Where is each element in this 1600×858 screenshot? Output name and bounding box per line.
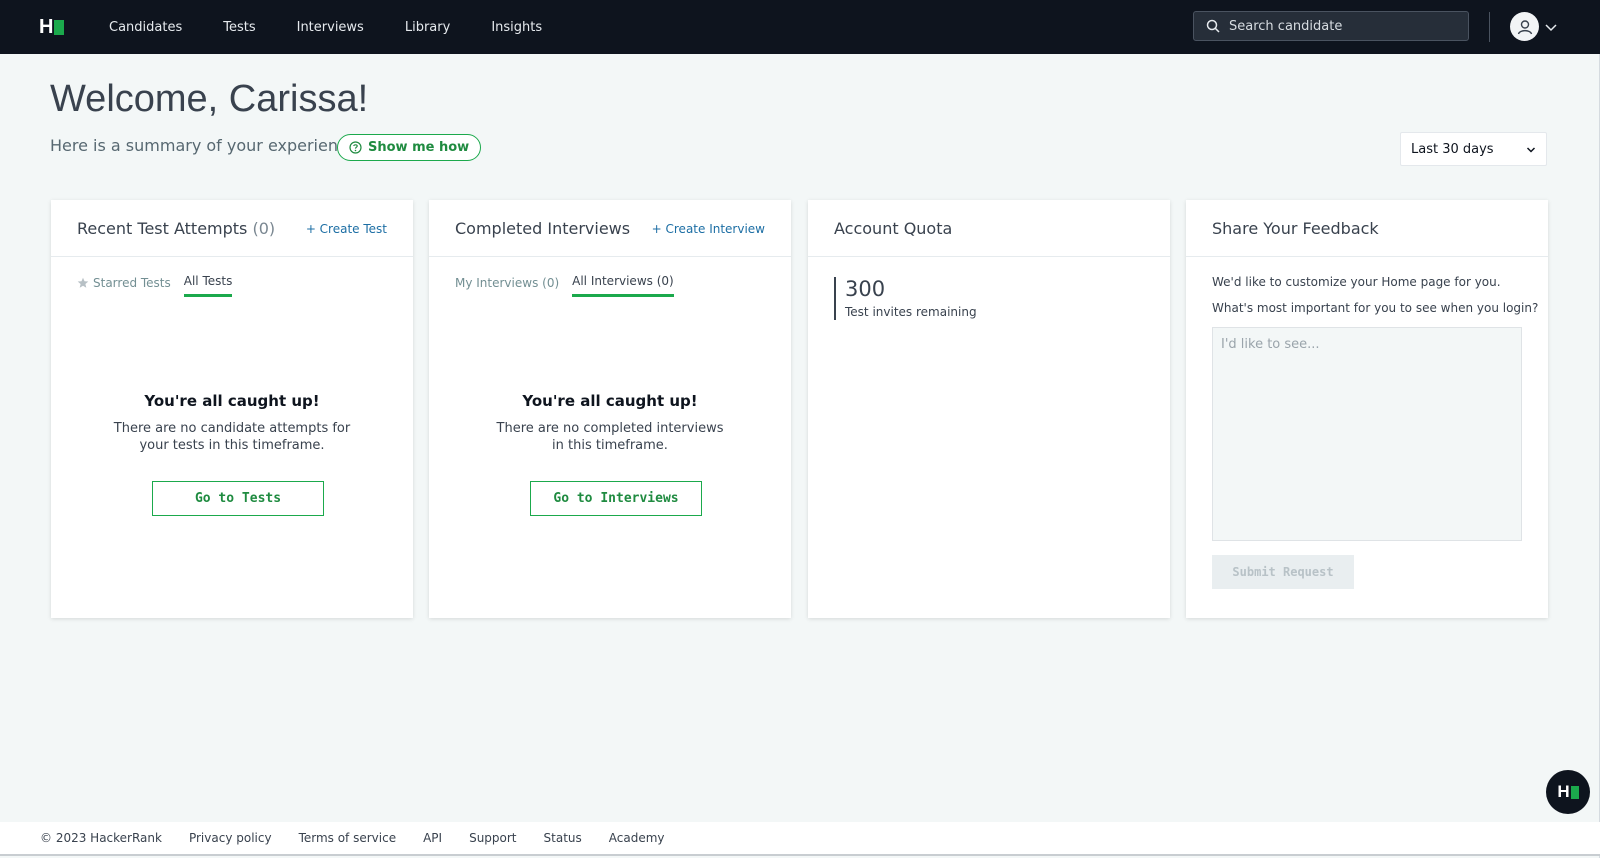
feedback-intro: We'd like to customize your Home page fo…: [1212, 275, 1501, 289]
search-placeholder: Search candidate: [1229, 18, 1343, 34]
date-range-value: Last 30 days: [1411, 141, 1494, 157]
card-title: Share Your Feedback: [1212, 218, 1379, 238]
go-to-interviews-button[interactable]: Go to Interviews: [530, 481, 702, 516]
logo-letter: H: [39, 16, 53, 38]
chat-logo-block: [1570, 785, 1579, 799]
tab-all-tests[interactable]: All Tests: [183, 274, 233, 297]
tab-all-interviews[interactable]: All Interviews (0): [572, 274, 674, 297]
hackerrank-logo[interactable]: H: [39, 16, 65, 38]
chat-launcher-button[interactable]: H: [1546, 770, 1590, 814]
card-header: Account Quota: [808, 200, 1170, 257]
logo-green-block: [54, 19, 65, 35]
page-footer: © 2023 HackerRank Privacy policy Terms o…: [0, 822, 1600, 856]
nav-links: Candidates Tests Interviews Library Insi…: [109, 0, 583, 54]
tab-starred-tests[interactable]: Starred Tests: [77, 274, 171, 297]
test-tabs: Starred Tests All Tests: [77, 274, 245, 297]
card-title: Account Quota: [834, 218, 953, 238]
chevron-down-icon: [1526, 147, 1536, 153]
share-feedback-card: Share Your Feedback We'd like to customi…: [1186, 200, 1548, 618]
feedback-question: What's most important for you to see whe…: [1212, 301, 1539, 315]
account-quota-card: Account Quota 300 Test invites remaining: [808, 200, 1170, 618]
empty-state-title: You're all caught up!: [144, 392, 320, 410]
date-range-select[interactable]: Last 30 days: [1400, 132, 1547, 166]
user-icon: [1517, 19, 1532, 34]
create-interview-link[interactable]: + Create Interview: [652, 222, 765, 236]
search-icon: [1206, 19, 1220, 33]
top-navigation: H Candidates Tests Interviews Library In…: [0, 0, 1600, 54]
go-to-tests-button[interactable]: Go to Tests: [152, 481, 324, 516]
footer-link-api[interactable]: API: [423, 831, 442, 845]
empty-state-text: There are no completed interviews in thi…: [496, 421, 724, 453]
footer-copyright: © 2023 HackerRank: [40, 831, 162, 845]
quota-stat: 300 Test invites remaining: [834, 277, 977, 320]
card-title: Completed Interviews: [455, 218, 631, 238]
tab-my-interviews[interactable]: My Interviews (0): [455, 274, 559, 297]
nav-link-tests[interactable]: Tests: [223, 20, 255, 35]
search-candidate-input[interactable]: Search candidate: [1193, 11, 1469, 41]
completed-interviews-card: Completed Interviews + Create Interview …: [429, 200, 791, 618]
nav-divider: [1489, 12, 1490, 42]
create-test-link[interactable]: + Create Test: [306, 222, 387, 236]
card-title-text: Recent Test Attempts: [77, 218, 248, 238]
feedback-placeholder: I'd like to see...: [1221, 337, 1320, 352]
nav-link-candidates[interactable]: Candidates: [109, 20, 182, 35]
user-avatar[interactable]: [1510, 12, 1539, 41]
star-icon: [77, 277, 89, 288]
footer-link-support[interactable]: Support: [469, 831, 516, 845]
empty-state-title: You're all caught up!: [522, 392, 698, 410]
card-header: Share Your Feedback: [1186, 200, 1548, 257]
footer-link-privacy[interactable]: Privacy policy: [189, 831, 272, 845]
chevron-down-icon[interactable]: [1544, 20, 1558, 34]
nav-link-library[interactable]: Library: [405, 20, 450, 35]
card-header: Completed Interviews + Create Interview: [429, 200, 791, 257]
interview-tabs: My Interviews (0) All Interviews (0): [455, 274, 687, 297]
footer-link-status[interactable]: Status: [544, 831, 582, 845]
quota-number: 300: [845, 277, 886, 301]
quota-label: Test invites remaining: [845, 305, 977, 319]
page-title: Welcome, Carissa!: [50, 78, 369, 120]
nav-link-interviews[interactable]: Interviews: [297, 20, 364, 35]
attempt-count: (0): [252, 218, 276, 238]
recent-test-attempts-card: Recent Test Attempts (0) + Create Test S…: [51, 200, 413, 618]
show-me-how-label: Show me how: [368, 140, 470, 155]
footer-link-terms[interactable]: Terms of service: [299, 831, 397, 845]
feedback-textarea[interactable]: I'd like to see...: [1212, 327, 1522, 541]
card-header: Recent Test Attempts (0) + Create Test: [51, 200, 413, 257]
empty-state-text: There are no candidate attempts for your…: [113, 421, 351, 453]
card-title: Recent Test Attempts (0): [77, 219, 275, 238]
question-circle-icon: [349, 141, 362, 154]
show-me-how-button[interactable]: Show me how: [337, 134, 482, 161]
nav-link-insights[interactable]: Insights: [491, 20, 542, 35]
summary-text: Here is a summary of your experience.: [50, 136, 362, 155]
footer-link-academy[interactable]: Academy: [609, 831, 665, 845]
chat-logo-letter: H: [1557, 782, 1569, 801]
tab-label: Starred Tests: [93, 275, 171, 290]
submit-request-button[interactable]: Submit Request: [1212, 555, 1354, 589]
